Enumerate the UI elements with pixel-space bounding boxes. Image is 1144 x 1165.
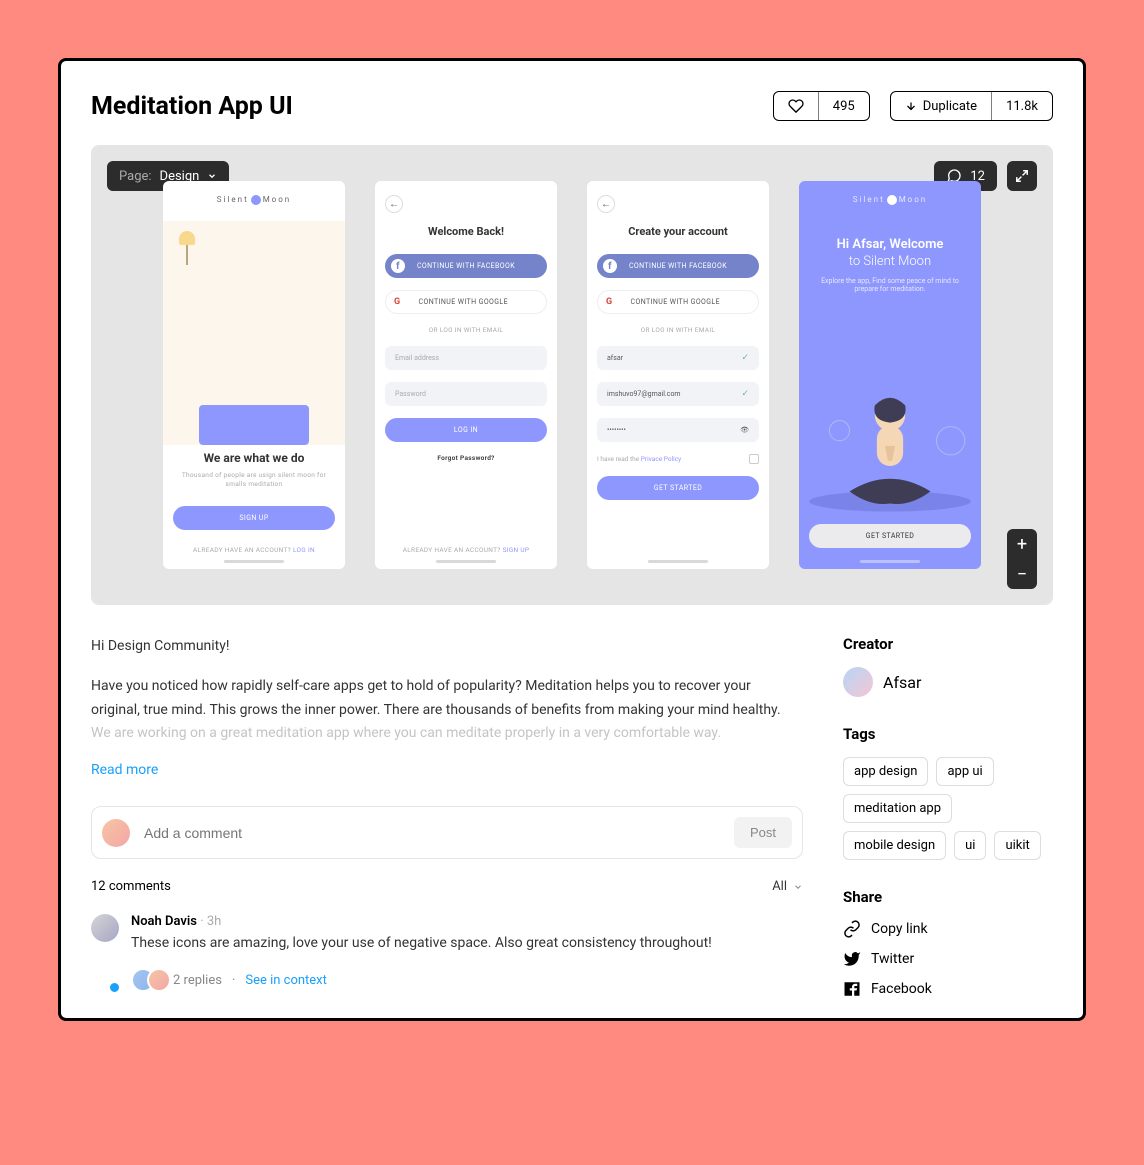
comment-input-box: Post <box>91 806 803 859</box>
avatar <box>91 914 119 942</box>
screen-login: ← Welcome Back! CONTINUE WITH FACEBOOK C… <box>375 181 557 569</box>
share-twitter[interactable]: Twitter <box>843 950 1053 968</box>
avatar <box>147 968 171 992</box>
read-more-link[interactable]: Read more <box>91 762 803 778</box>
tag[interactable]: app design <box>843 757 928 786</box>
comment-text: These icons are amazing, love your use o… <box>131 933 803 954</box>
back-icon: ← <box>385 195 403 213</box>
screen-signup: ← Create your account CONTINUE WITH FACE… <box>587 181 769 569</box>
share-copy-link[interactable]: Copy link <box>843 920 1053 938</box>
design-canvas[interactable]: Page: Design 12 <box>91 145 1053 605</box>
zoom-in-button[interactable]: + <box>1007 529 1037 559</box>
twitter-icon <box>843 950 861 968</box>
eye-icon: 👁 <box>740 426 749 434</box>
heart-icon <box>788 98 804 114</box>
facebook-icon <box>843 980 861 998</box>
page-title: Meditation App UI <box>91 92 293 121</box>
tag[interactable]: mobile design <box>843 831 946 860</box>
verified-badge-icon <box>108 981 121 994</box>
expand-icon <box>1015 169 1029 183</box>
page-label-prefix: Page: <box>119 169 152 184</box>
back-icon: ← <box>597 195 615 213</box>
meditation-illustration <box>799 370 981 512</box>
tags-heading: Tags <box>843 725 1053 743</box>
likes-count: 495 <box>819 92 869 120</box>
zoom-control: + − <box>1007 529 1037 589</box>
screen-onboarding: SilentMoon We are what we do Thousand of… <box>163 181 345 569</box>
fullscreen-button[interactable] <box>1007 161 1037 191</box>
replies-count: 2 replies <box>173 973 222 988</box>
tag[interactable]: ui <box>954 831 986 860</box>
avatar <box>102 819 130 847</box>
download-icon <box>905 100 917 112</box>
screen-welcome: SilentMoon Hi Afsar, Welcometo Silent Mo… <box>799 181 981 569</box>
creator-link[interactable]: Afsar <box>843 667 1053 697</box>
tag[interactable]: uikit <box>994 831 1040 860</box>
duplicate-label: Duplicate <box>923 99 977 114</box>
zoom-out-button[interactable]: − <box>1007 559 1037 589</box>
duplicate-count: 11.8k <box>992 92 1052 120</box>
comment-item: Noah Davis · 3h These icons are amazing,… <box>91 914 803 992</box>
chevron-down-icon <box>207 171 217 181</box>
duplicate-pill[interactable]: Duplicate 11.8k <box>890 91 1053 121</box>
see-in-context-link[interactable]: See in context <box>245 973 327 988</box>
creator-heading: Creator <box>843 635 1053 653</box>
comment-input[interactable] <box>142 824 722 842</box>
tag[interactable]: app ui <box>936 757 993 786</box>
link-icon <box>843 920 861 938</box>
comments-count-label: 12 comments <box>91 879 171 894</box>
description: Hi Design Community! Have you noticed ho… <box>91 635 803 746</box>
tag[interactable]: meditation app <box>843 794 952 823</box>
creator-name: Afsar <box>883 673 921 692</box>
comments-filter[interactable]: All <box>772 879 803 894</box>
post-button[interactable]: Post <box>734 817 792 848</box>
likes-pill[interactable]: 495 <box>773 91 870 121</box>
share-heading: Share <box>843 888 1053 906</box>
comment-author[interactable]: Noah Davis <box>131 914 197 929</box>
share-facebook[interactable]: Facebook <box>843 980 1053 998</box>
chevron-down-icon <box>793 882 803 892</box>
avatar <box>843 667 873 697</box>
